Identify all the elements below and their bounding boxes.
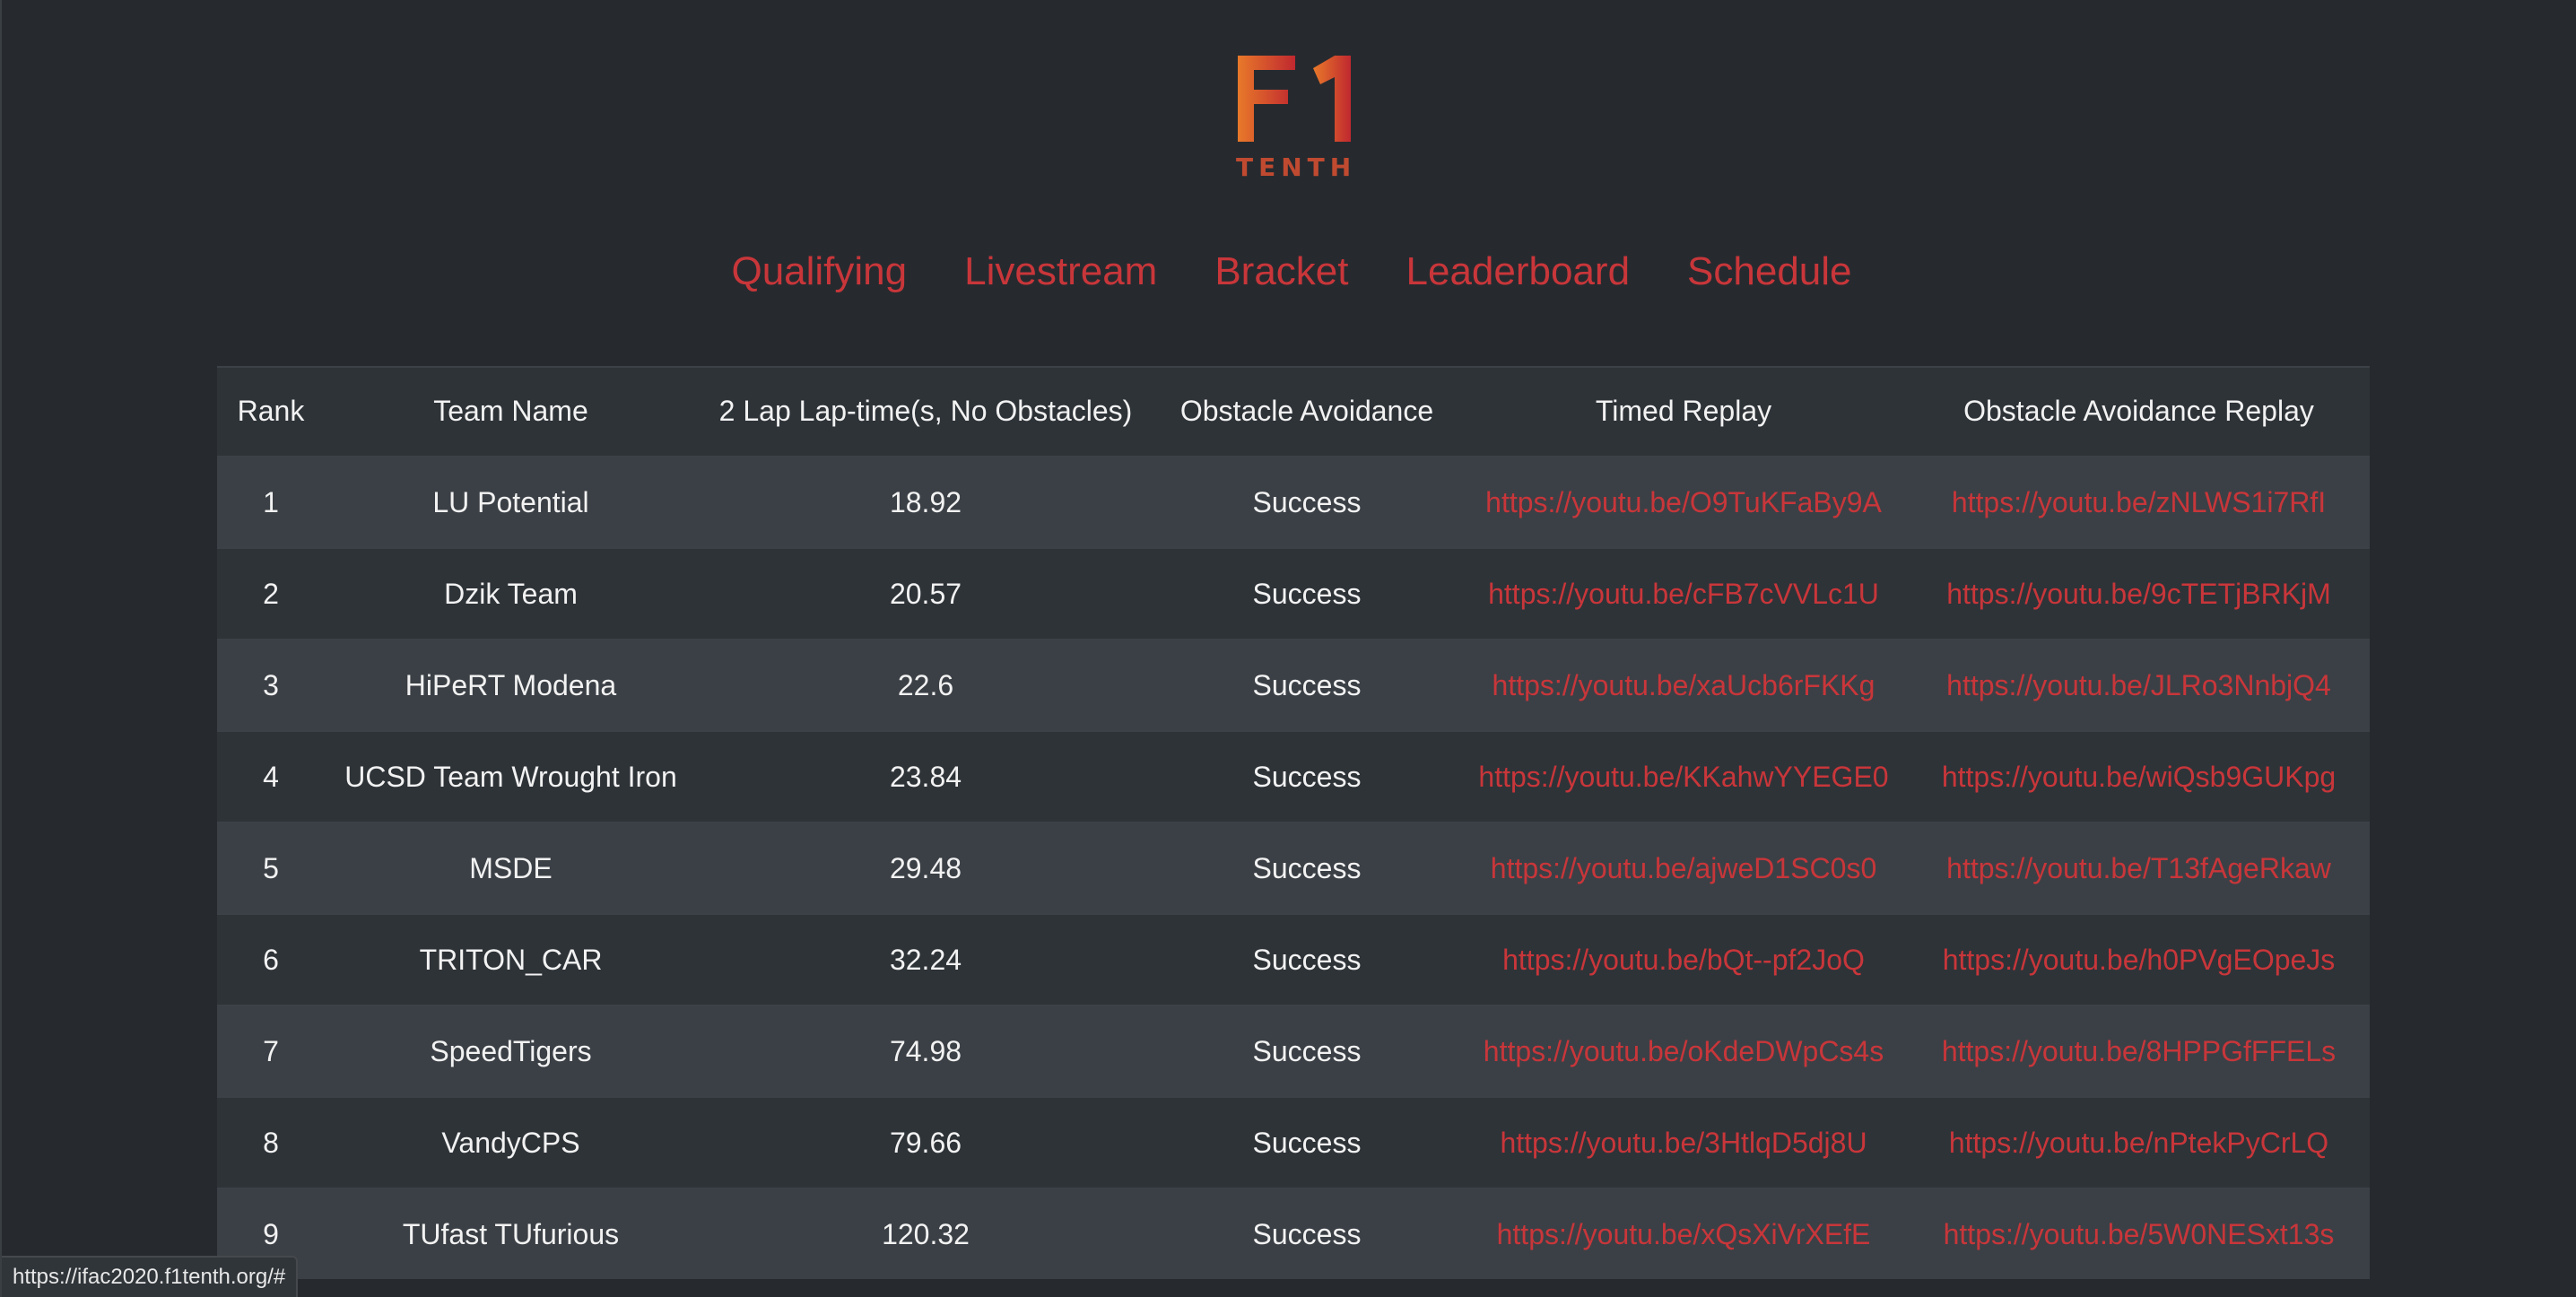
rank-cell: 2 [217,547,325,640]
obstacle-status-cell: Success [1154,822,1459,914]
timed-replay-link[interactable]: https://youtu.be/bQt--pf2JoQ [1502,944,1865,976]
header-timed-replay: Timed Replay [1459,366,1908,457]
obstacle-replay-link[interactable]: https://youtu.be/wiQsb9GUKpg [1942,761,2336,793]
team-name-cell: TUfast TUfurious [325,1188,697,1279]
table-row: 2 Dzik Team 20.57 Success https://youtu.… [217,547,2370,640]
obstacle-replay-cell: https://youtu.be/T13fAgeRkaw [1908,822,2370,914]
page: TENTH Qualifying Livestream Bracket Lead… [0,0,2576,1297]
lap-time-cell: 120.32 [697,1188,1154,1279]
obstacle-replay-cell: https://youtu.be/JLRo3NnbjQ4 [1908,639,2370,731]
lap-time-cell: 29.48 [697,822,1154,914]
timed-replay-link[interactable]: https://youtu.be/cFB7cVVLc1U [1488,578,1879,610]
rank-cell: 1 [217,456,325,548]
rank-cell: 4 [217,730,325,823]
obstacle-replay-link[interactable]: https://youtu.be/nPtekPyCrLQ [1949,1127,2328,1159]
team-name-cell: SpeedTigers [325,1005,697,1097]
timed-replay-link[interactable]: https://youtu.be/xQsXiVrXEfE [1497,1218,1871,1250]
timed-replay-link[interactable]: https://youtu.be/3HtlqD5dj8U [1500,1127,1867,1159]
obstacle-replay-cell: https://youtu.be/9cTETjBRKjM [1908,547,2370,640]
team-name-cell: MSDE [325,822,697,914]
timed-replay-link[interactable]: https://youtu.be/ajweD1SC0s0 [1491,852,1876,884]
team-name-cell: VandyCPS [325,1096,697,1188]
obstacle-replay-cell: https://youtu.be/5W0NESxt13s [1908,1188,2370,1279]
obstacle-replay-link[interactable]: https://youtu.be/5W0NESxt13s [1944,1218,2335,1250]
link-hover-status-bar: https://ifac2020.f1tenth.org/# [2,1256,299,1297]
nav-schedule[interactable]: Schedule [1687,249,1851,294]
obstacle-replay-link[interactable]: https://youtu.be/T13fAgeRkaw [1946,852,2331,884]
header-lap-time: 2 Lap Lap-time(s, No Obstacles) [697,366,1154,457]
timed-replay-cell: https://youtu.be/cFB7cVVLc1U [1459,547,1908,640]
header-team-name: Team Name [325,366,697,457]
header-obstacle-avoidance: Obstacle Avoidance [1154,366,1459,457]
timed-replay-cell: https://youtu.be/bQt--pf2JoQ [1459,913,1908,1005]
obstacle-status-cell: Success [1154,1096,1459,1188]
table-row: 4 UCSD Team Wrought Iron 23.84 Success h… [217,730,2370,823]
timed-replay-link[interactable]: https://youtu.be/KKahwYYEGE0 [1478,761,1888,793]
nav-qualifying[interactable]: Qualifying [731,249,907,294]
lap-time-cell: 18.92 [697,456,1154,548]
obstacle-status-cell: Success [1154,456,1459,548]
lap-time-cell: 22.6 [697,639,1154,731]
obstacle-replay-link[interactable]: https://youtu.be/h0PVgEOpeJs [1943,944,2336,976]
table-row: 9 TUfast TUfurious 120.32 Success https:… [217,1188,2370,1279]
timed-replay-cell: https://youtu.be/xQsXiVrXEfE [1459,1188,1908,1279]
lap-time-cell: 74.98 [697,1005,1154,1097]
timed-replay-cell: https://youtu.be/oKdeDWpCs4s [1459,1005,1908,1097]
timed-replay-cell: https://youtu.be/ajweD1SC0s0 [1459,822,1908,914]
obstacle-replay-link[interactable]: https://youtu.be/9cTETjBRKjM [1946,578,2331,610]
table-row: 7 SpeedTigers 74.98 Success https://yout… [217,1005,2370,1097]
rank-cell: 5 [217,822,325,914]
team-name-cell: LU Potential [325,456,697,548]
team-name-cell: HiPeRT Modena [325,639,697,731]
rank-cell: 6 [217,913,325,1005]
obstacle-replay-link[interactable]: https://youtu.be/8HPPGfFFELs [1942,1035,2336,1067]
lap-time-cell: 79.66 [697,1096,1154,1188]
table-row: 6 TRITON_CAR 32.24 Success https://youtu… [217,913,2370,1005]
leaderboard-table: Rank Team Name 2 Lap Lap-time(s, No Obst… [217,366,2370,1279]
nav-bracket[interactable]: Bracket [1214,249,1348,294]
obstacle-replay-cell: https://youtu.be/h0PVgEOpeJs [1908,913,2370,1005]
table-row: 8 VandyCPS 79.66 Success https://youtu.b… [217,1096,2370,1188]
table-row: 3 HiPeRT Modena 22.6 Success https://you… [217,639,2370,731]
obstacle-replay-cell: https://youtu.be/8HPPGfFFELs [1908,1005,2370,1097]
lap-time-cell: 32.24 [697,913,1154,1005]
lap-time-cell: 20.57 [697,547,1154,640]
obstacle-status-cell: Success [1154,639,1459,731]
obstacle-status-cell: Success [1154,913,1459,1005]
team-name-cell: Dzik Team [325,547,697,640]
table-header-row: Rank Team Name 2 Lap Lap-time(s, No Obst… [217,366,2370,457]
timed-replay-cell: https://youtu.be/KKahwYYEGE0 [1459,730,1908,823]
rank-cell: 8 [217,1096,325,1188]
rank-cell: 7 [217,1005,325,1097]
obstacle-replay-cell: https://youtu.be/nPtekPyCrLQ [1908,1096,2370,1188]
obstacle-replay-link[interactable]: https://youtu.be/JLRo3NnbjQ4 [1946,669,2331,701]
timed-replay-link[interactable]: https://youtu.be/O9TuKFaBy9A [1485,486,1882,518]
obstacle-status-cell: Success [1154,1005,1459,1097]
lap-time-cell: 23.84 [697,730,1154,823]
header-rank: Rank [217,366,325,457]
logo-subtitle: TENTH [1236,152,1357,182]
timed-replay-link[interactable]: https://youtu.be/oKdeDWpCs4s [1484,1035,1884,1067]
obstacle-status-cell: Success [1154,1188,1459,1279]
nav-livestream[interactable]: Livestream [964,249,1157,294]
leaderboard-table-container: Rank Team Name 2 Lap Lap-time(s, No Obst… [217,366,2370,1279]
table-row: 5 MSDE 29.48 Success https://youtu.be/aj… [217,822,2370,914]
header-obstacle-replay: Obstacle Avoidance Replay [1908,366,2370,457]
nav-leaderboard[interactable]: Leaderboard [1406,249,1631,294]
team-name-cell: TRITON_CAR [325,913,697,1005]
obstacle-replay-link[interactable]: https://youtu.be/zNLWS1i7RfI [1952,486,2326,518]
main-nav: Qualifying Livestream Bracket Leaderboar… [2,249,2576,294]
timed-replay-cell: https://youtu.be/O9TuKFaBy9A [1459,456,1908,548]
table-row: 1 LU Potential 18.92 Success https://you… [217,456,2370,548]
obstacle-status-cell: Success [1154,730,1459,823]
team-name-cell: UCSD Team Wrought Iron [325,730,697,823]
obstacle-replay-cell: https://youtu.be/wiQsb9GUKpg [1908,730,2370,823]
obstacle-status-cell: Success [1154,547,1459,640]
timed-replay-cell: https://youtu.be/xaUcb6rFKKg [1459,639,1908,731]
timed-replay-cell: https://youtu.be/3HtlqD5dj8U [1459,1096,1908,1188]
obstacle-replay-cell: https://youtu.be/zNLWS1i7RfI [1908,456,2370,548]
timed-replay-link[interactable]: https://youtu.be/xaUcb6rFKKg [1493,669,1875,701]
rank-cell: 3 [217,639,325,731]
